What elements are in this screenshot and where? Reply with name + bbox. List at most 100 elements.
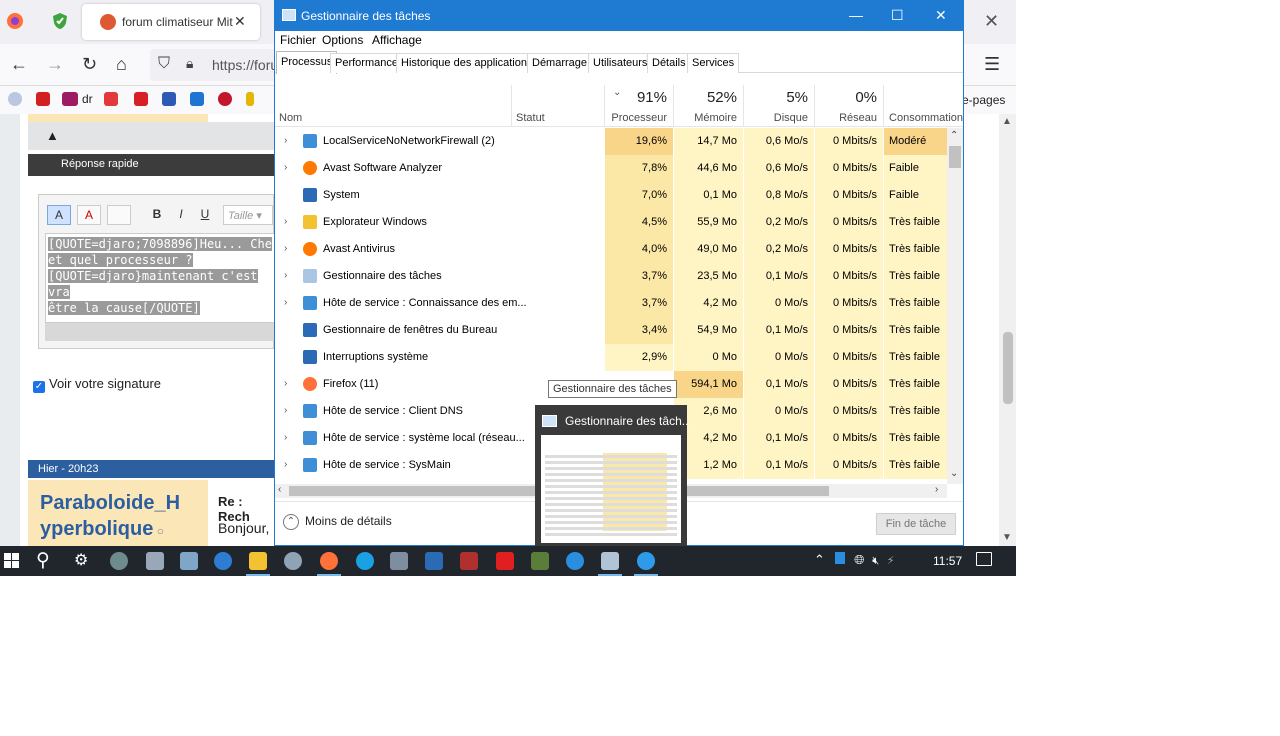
tab-processes[interactable]: Processus bbox=[276, 51, 338, 74]
close-window-icon[interactable]: ✕ bbox=[984, 11, 999, 32]
bookmark-icon[interactable] bbox=[162, 92, 176, 106]
app-icon[interactable] bbox=[284, 552, 302, 570]
font-size-select[interactable]: Taille ▾ bbox=[223, 205, 273, 225]
expand-chevron-icon[interactable]: › bbox=[284, 297, 287, 308]
app-icon[interactable] bbox=[566, 552, 584, 570]
checkbox-checked-icon[interactable]: ✓ bbox=[33, 381, 45, 393]
process-row[interactable]: › Avast Antivirus 4,0% 49,0 Mo 0,2 Mo/s 0 Mbi… bbox=[275, 236, 947, 263]
tab-details[interactable]: Détails bbox=[647, 53, 691, 73]
column-cpu[interactable]: 91% Processeur bbox=[605, 85, 674, 127]
file-explorer-icon[interactable] bbox=[249, 552, 267, 570]
bookmark-icon[interactable] bbox=[62, 92, 78, 106]
windows-start-icon[interactable] bbox=[4, 553, 20, 569]
column-status[interactable]: Statut bbox=[512, 85, 605, 127]
post-author[interactable]: Paraboloide_H bbox=[40, 492, 180, 514]
clock[interactable]: 11:57 bbox=[933, 554, 962, 568]
firefox-taskbar-icon[interactable] bbox=[320, 552, 338, 570]
search-icon[interactable]: ⚲ bbox=[36, 549, 50, 572]
back-arrow-icon[interactable]: ← bbox=[10, 54, 28, 75]
close-tab-icon[interactable]: ✕ bbox=[234, 13, 246, 30]
column-power[interactable]: Consommation bbox=[884, 85, 963, 127]
vertical-scrollbar[interactable]: ⌃ ⌄ bbox=[947, 128, 963, 484]
system-tray[interactable]: ⌃ 🌐︎ 🔇︎ ⚡︎ bbox=[814, 552, 894, 568]
signature-option[interactable]: ✓ Voir votre signature bbox=[33, 376, 161, 393]
menu-file[interactable]: Fichier bbox=[280, 33, 316, 47]
scroll-left-icon[interactable]: ‹ bbox=[278, 484, 281, 495]
shield-icon[interactable] bbox=[52, 12, 72, 32]
column-disk[interactable]: 5% Disque bbox=[744, 85, 815, 127]
bookmark-icon[interactable] bbox=[8, 92, 22, 106]
app-icon[interactable] bbox=[425, 552, 443, 570]
column-memory[interactable]: 52% Mémoire bbox=[674, 85, 744, 127]
bookmark-icon[interactable] bbox=[218, 92, 232, 106]
maximize-icon[interactable]: ☐ bbox=[891, 7, 904, 24]
pdf-icon[interactable] bbox=[496, 552, 514, 570]
text-color-button[interactable]: A bbox=[47, 205, 71, 225]
hamburger-menu-icon[interactable]: ☰ bbox=[984, 54, 1000, 75]
bookmark-pages[interactable]: e-pages bbox=[962, 93, 1005, 107]
url-bar[interactable]: ⛉ 🔒︎ https://foru bbox=[150, 49, 278, 81]
process-row[interactable]: System 7,0% 0,1 Mo 0,8 Mo/s 0 Mbits/s Faible bbox=[275, 182, 947, 209]
process-row[interactable]: › Avast Software Analyzer 7,8% 44,6 Mo 0,6 M… bbox=[275, 155, 947, 182]
tab-performance[interactable]: Performance bbox=[330, 53, 403, 73]
fewer-details-button[interactable]: ⌃ Moins de détails bbox=[283, 514, 392, 530]
chevron-up-icon[interactable]: ⌃ bbox=[814, 552, 825, 567]
scroll-down-icon[interactable]: ⌄ bbox=[950, 468, 958, 479]
avast-taskbar-icon[interactable] bbox=[637, 552, 655, 570]
app-icon[interactable] bbox=[180, 552, 198, 570]
expand-chevron-icon[interactable]: › bbox=[284, 459, 287, 470]
tab-users[interactable]: Utilisateurs bbox=[588, 53, 653, 73]
bold-button[interactable]: B bbox=[145, 205, 169, 225]
bookmark-icon[interactable] bbox=[36, 92, 50, 106]
tab-services[interactable]: Services bbox=[687, 53, 740, 73]
scroll-down-icon[interactable]: ▼ bbox=[1002, 532, 1012, 543]
taskbar-thumbnail-preview[interactable]: Gestionnaire des tâch... bbox=[535, 405, 692, 546]
expand-chevron-icon[interactable]: › bbox=[284, 162, 287, 173]
blank-button[interactable] bbox=[107, 205, 131, 225]
power-icon[interactable]: ⚡︎ bbox=[887, 555, 895, 567]
expand-chevron-icon[interactable]: › bbox=[284, 135, 287, 146]
lock-icon[interactable]: 🔒︎ bbox=[186, 55, 193, 72]
process-row[interactable]: › LocalServiceNoNetworkFirewall (2) 19,6% 1… bbox=[275, 128, 947, 155]
app-icon[interactable] bbox=[146, 552, 164, 570]
menu-options[interactable]: Options bbox=[322, 33, 363, 47]
italic-button[interactable]: I bbox=[169, 205, 193, 225]
reply-textarea[interactable]: [QUOTE=djaro;7098896]Heu... Che et quel … bbox=[45, 233, 275, 323]
quick-reply-header[interactable]: Réponse rapide bbox=[28, 154, 274, 176]
app-icon[interactable] bbox=[390, 552, 408, 570]
tab-app-history[interactable]: Historique des applications bbox=[396, 53, 538, 73]
app-icon[interactable] bbox=[214, 552, 232, 570]
process-row[interactable]: Gestionnaire de fenêtres du Bureau 3,4% 54… bbox=[275, 317, 947, 344]
expand-chevron-icon[interactable]: › bbox=[284, 216, 287, 227]
settings-gear-icon[interactable]: ⚙ bbox=[74, 550, 92, 569]
scroll-right-icon[interactable]: › bbox=[935, 484, 938, 495]
notification-center-icon[interactable] bbox=[976, 552, 992, 566]
taskmgr-taskbar-icon[interactable] bbox=[601, 552, 619, 570]
editor-resize-bar[interactable] bbox=[45, 323, 275, 341]
underline-button[interactable]: U bbox=[193, 205, 217, 225]
remove-format-button[interactable]: A bbox=[77, 205, 101, 225]
task-manager-titlebar[interactable]: Gestionnaire des tâches — ☐ ✕ bbox=[275, 1, 963, 31]
process-row[interactable]: › Gestionnaire des tâches 3,7% 23,5 Mo 0,1 M… bbox=[275, 263, 947, 290]
network-globe-icon[interactable]: 🌐︎ bbox=[854, 552, 864, 567]
firefox-menu-icon[interactable] bbox=[6, 12, 26, 32]
scrollbar-thumb[interactable] bbox=[949, 146, 961, 168]
expand-chevron-icon[interactable]: › bbox=[284, 270, 287, 281]
speaker-muted-icon[interactable]: 🔇︎ bbox=[872, 555, 879, 567]
expand-chevron-icon[interactable]: › bbox=[284, 243, 287, 254]
expand-chevron-icon[interactable]: › bbox=[284, 432, 287, 443]
skype-icon[interactable] bbox=[356, 552, 374, 570]
bookmark-icon[interactable] bbox=[246, 92, 254, 106]
minimize-icon[interactable]: — bbox=[849, 7, 863, 23]
close-icon[interactable]: ✕ bbox=[935, 7, 947, 24]
forward-arrow-icon[interactable]: → bbox=[46, 54, 64, 75]
page-scrollbar[interactable]: ▲ ▼ bbox=[999, 114, 1016, 546]
end-task-button[interactable]: Fin de tâche bbox=[876, 513, 956, 535]
scroll-up-icon[interactable]: ⌃ bbox=[950, 130, 958, 141]
app-icon[interactable] bbox=[531, 552, 549, 570]
process-row[interactable]: › Hôte de service : Connaissance des em..… bbox=[275, 290, 947, 317]
home-icon[interactable]: ⌂ bbox=[116, 54, 127, 75]
menu-view[interactable]: Affichage bbox=[372, 33, 422, 47]
tab-forum[interactable]: forum climatiseur Mit ✕ bbox=[82, 4, 260, 40]
reload-icon[interactable]: ↻ bbox=[82, 54, 97, 75]
